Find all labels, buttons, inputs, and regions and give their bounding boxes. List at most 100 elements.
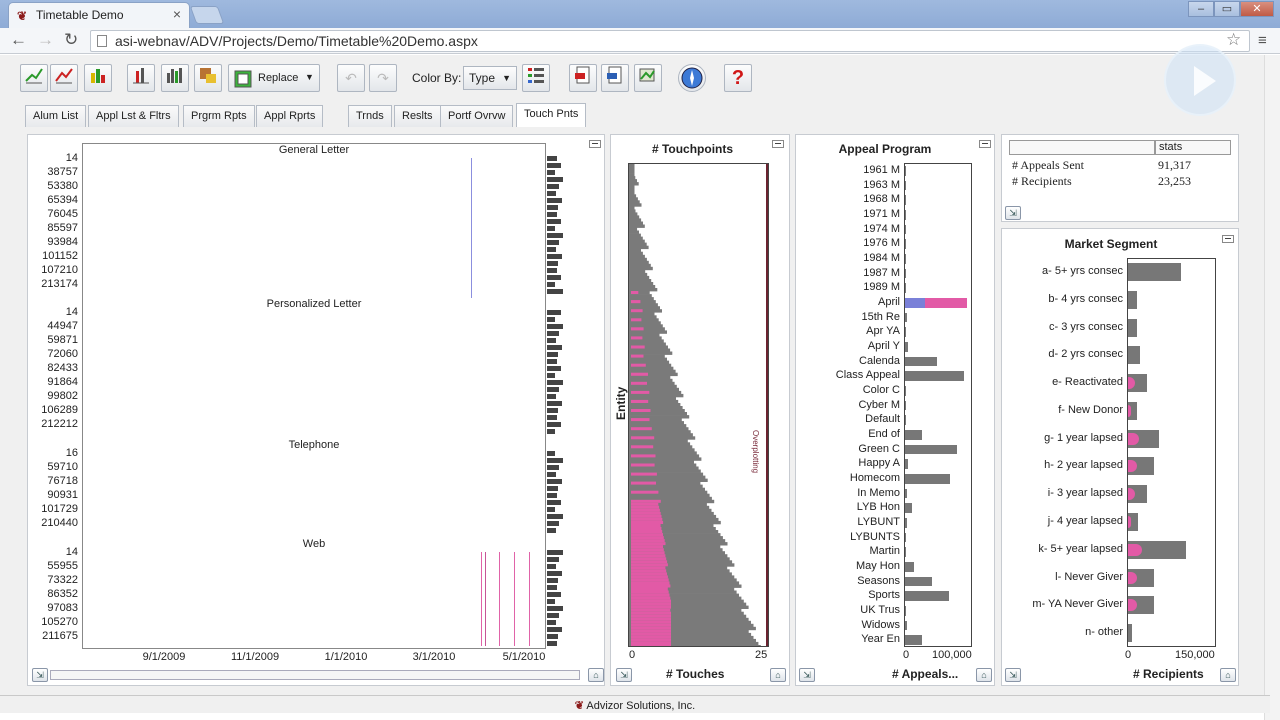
appeal-bar[interactable]: [905, 635, 923, 646]
touchpoint-highlight-bar: [631, 418, 650, 422]
legend-icon[interactable]: [522, 64, 550, 92]
compass-icon[interactable]: [678, 64, 706, 92]
replace-dropdown[interactable]: Replace ▼: [228, 64, 320, 92]
appeal-category-label: Homecom: [849, 472, 900, 484]
timeline-density-bar: [547, 184, 559, 189]
timeline-event-line: [529, 552, 530, 646]
touchpoint-entity-bar: [629, 224, 645, 228]
appeal-bar[interactable]: [905, 254, 907, 264]
appeal-bar[interactable]: [905, 283, 907, 294]
tab-portf-ovrvw[interactable]: Portf Ovrvw: [440, 105, 514, 127]
touchpoint-entity-bar: [629, 221, 643, 225]
stats-options-icon[interactable]: ⇲: [1005, 206, 1021, 220]
market-options-icon[interactable]: ⇲: [1005, 668, 1021, 682]
bar-chart-icon[interactable]: [127, 64, 155, 92]
back-arrow-icon[interactable]: ←: [10, 31, 27, 48]
browser-tab[interactable]: ❦ Timetable Demo ×: [8, 2, 190, 28]
appeal-bar[interactable]: [905, 591, 949, 602]
appeal-bar[interactable]: [905, 195, 907, 206]
appeal-bar[interactable]: [905, 444, 958, 455]
line-chart-red-icon[interactable]: [50, 64, 78, 92]
market-bar[interactable]: [1128, 290, 1137, 309]
touchpoints-info-icon[interactable]: ⌂: [770, 668, 786, 682]
appeal-bar[interactable]: [905, 210, 907, 220]
market-bar[interactable]: [1128, 318, 1137, 337]
appeal-bar[interactable]: [905, 576, 932, 587]
tab-touch-pnts[interactable]: Touch Pnts: [516, 103, 587, 127]
multi-bar-chart-icon[interactable]: [161, 64, 189, 92]
market-minimize-button[interactable]: [1222, 235, 1234, 243]
address-bar[interactable]: asi-webnav/ADV/Projects/Demo/Timetable%2…: [90, 30, 1250, 52]
timeline-density-bar: [547, 282, 555, 287]
appeal-options-icon[interactable]: ⇲: [799, 668, 815, 682]
appeal-plot-area[interactable]: [904, 163, 972, 647]
appeal-bar[interactable]: [905, 239, 907, 250]
timeline-plot-area[interactable]: [82, 143, 546, 649]
appeal-bar[interactable]: [905, 415, 907, 426]
timeline-minimize-button[interactable]: [589, 140, 601, 148]
appeal-minimize-button[interactable]: [979, 140, 991, 148]
appeal-bar[interactable]: [905, 562, 915, 572]
timeline-info-icon[interactable]: ⌂: [588, 668, 604, 682]
appeal-bar[interactable]: [905, 430, 923, 440]
tab-reslts[interactable]: Reslts: [394, 105, 441, 127]
help-icon[interactable]: ?: [724, 64, 752, 92]
appeal-bar[interactable]: [905, 327, 907, 338]
market-category-label: b- 4 yrs consec: [1048, 292, 1123, 305]
appeal-bar[interactable]: [905, 180, 907, 191]
appeal-bar[interactable]: [905, 268, 907, 279]
appeal-bar[interactable]: [905, 166, 907, 176]
market-bar[interactable]: [1128, 624, 1132, 643]
browser-menu-icon[interactable]: ≡: [1258, 32, 1267, 49]
close-window-button[interactable]: ✕: [1240, 1, 1274, 17]
export-image-icon[interactable]: [634, 64, 662, 92]
timeline-options-icon[interactable]: ⇲: [32, 668, 48, 682]
minimize-window-button[interactable]: –: [1188, 1, 1214, 17]
appeal-bar[interactable]: [905, 342, 908, 352]
tab-prgrm-rpts[interactable]: Prgrm Rpts: [183, 105, 255, 127]
appeal-bar[interactable]: [905, 606, 907, 616]
appeal-bar[interactable]: [905, 474, 950, 484]
market-plot-area[interactable]: [1127, 258, 1216, 647]
reload-icon[interactable]: ↻: [64, 31, 78, 48]
page-scrollbar[interactable]: [1264, 55, 1280, 720]
touchpoints-options-icon[interactable]: ⇲: [616, 668, 632, 682]
color-by-select[interactable]: Type ▼: [463, 66, 517, 90]
touchpoint-highlight-bar: [631, 641, 671, 646]
appeal-info-icon[interactable]: ⌂: [976, 668, 992, 682]
export-pdf-icon[interactable]: [569, 64, 597, 92]
appeal-bar[interactable]: [905, 312, 907, 323]
forward-arrow-icon[interactable]: →: [37, 31, 54, 48]
undo-icon[interactable]: ↶: [337, 64, 365, 92]
appeal-bar[interactable]: [905, 532, 907, 543]
appeal-bar[interactable]: [905, 503, 913, 514]
appeal-bar[interactable]: [905, 356, 937, 367]
market-info-icon[interactable]: ⌂: [1220, 668, 1236, 682]
appeal-bar[interactable]: [905, 459, 909, 470]
tab-alum-list[interactable]: Alum List: [25, 105, 87, 127]
appeal-bar[interactable]: [905, 488, 908, 499]
market-bar[interactable]: [1128, 346, 1141, 365]
appeal-bar[interactable]: [905, 371, 964, 382]
tab-trnds[interactable]: Trnds: [348, 105, 392, 127]
appeal-bar[interactable]: [905, 386, 907, 396]
timeline-horizontal-scrollbar[interactable]: [50, 670, 580, 680]
tab-appl-rprts[interactable]: Appl Rprts: [256, 105, 324, 127]
line-chart-green-icon[interactable]: [20, 64, 48, 92]
appeal-bar[interactable]: [905, 547, 907, 558]
data-editor-icon[interactable]: [194, 64, 222, 92]
tab-appl-lst-fltrs[interactable]: Appl Lst & Fltrs: [88, 105, 179, 127]
appeal-bar[interactable]: [905, 224, 907, 235]
appeal-bar[interactable]: [905, 400, 907, 411]
video-play-overlay-icon[interactable]: [1164, 44, 1236, 116]
touchpoints-plot-area[interactable]: [628, 163, 769, 647]
close-tab-icon[interactable]: ×: [173, 6, 181, 22]
export-word-icon[interactable]: [601, 64, 629, 92]
redo-icon[interactable]: ↷: [369, 64, 397, 92]
bookmark-star-icon[interactable]: ☆: [1226, 30, 1241, 50]
appeal-bar[interactable]: [905, 620, 908, 631]
bar-chart-color-icon[interactable]: [84, 64, 112, 92]
market-bar[interactable]: [1128, 262, 1181, 281]
appeal-bar[interactable]: [905, 518, 907, 528]
maximize-window-button[interactable]: ▭: [1214, 1, 1240, 17]
